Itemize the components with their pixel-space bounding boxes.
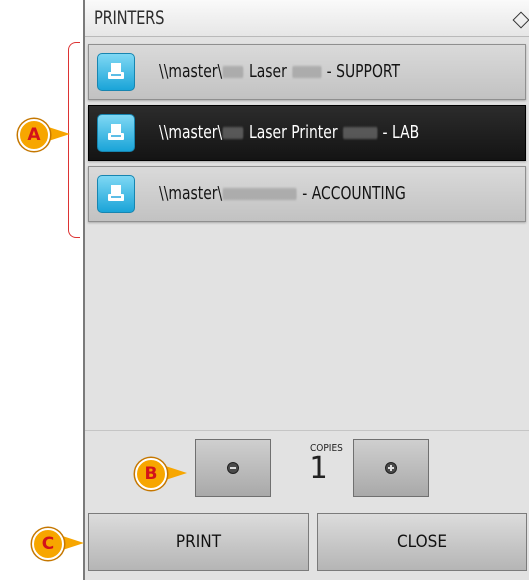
print-button[interactable]: PRINT [88,513,309,571]
copies-value: 1 [309,451,328,486]
printer-label: \\master\ Laser Printer - LAB [159,122,420,143]
printer-label: \\master\ - ACCOUNTING [159,183,406,204]
minus-icon [227,462,239,474]
printer-list: \\master\ Laser - SUPPORT \\master\ Lase… [88,44,526,227]
printer-row-lab[interactable]: \\master\ Laser Printer - LAB [88,105,526,161]
printer-icon [97,114,135,152]
dialog-title: PRINTERS [94,7,165,29]
decrease-copies-button[interactable] [195,439,271,497]
close-button[interactable]: CLOSE [317,513,527,571]
printer-row-support[interactable]: \\master\ Laser - SUPPORT [88,44,526,100]
sort-diamond-icon[interactable] [512,11,529,29]
printer-row-accounting[interactable]: \\master\ - ACCOUNTING [88,166,526,222]
dialog-header: PRINTERS [85,0,529,37]
printer-icon [97,53,135,91]
callout-c: C [32,528,92,560]
printer-dialog: PRINTERS \\master\ Laser - SUPPORT \\mas… [83,0,529,580]
callout-a: A [18,119,78,151]
printer-icon [97,175,135,213]
printer-label: \\master\ Laser - SUPPORT [159,61,400,82]
callout-b: B [135,458,195,490]
increase-copies-button[interactable] [353,439,429,497]
plus-icon [385,462,397,474]
